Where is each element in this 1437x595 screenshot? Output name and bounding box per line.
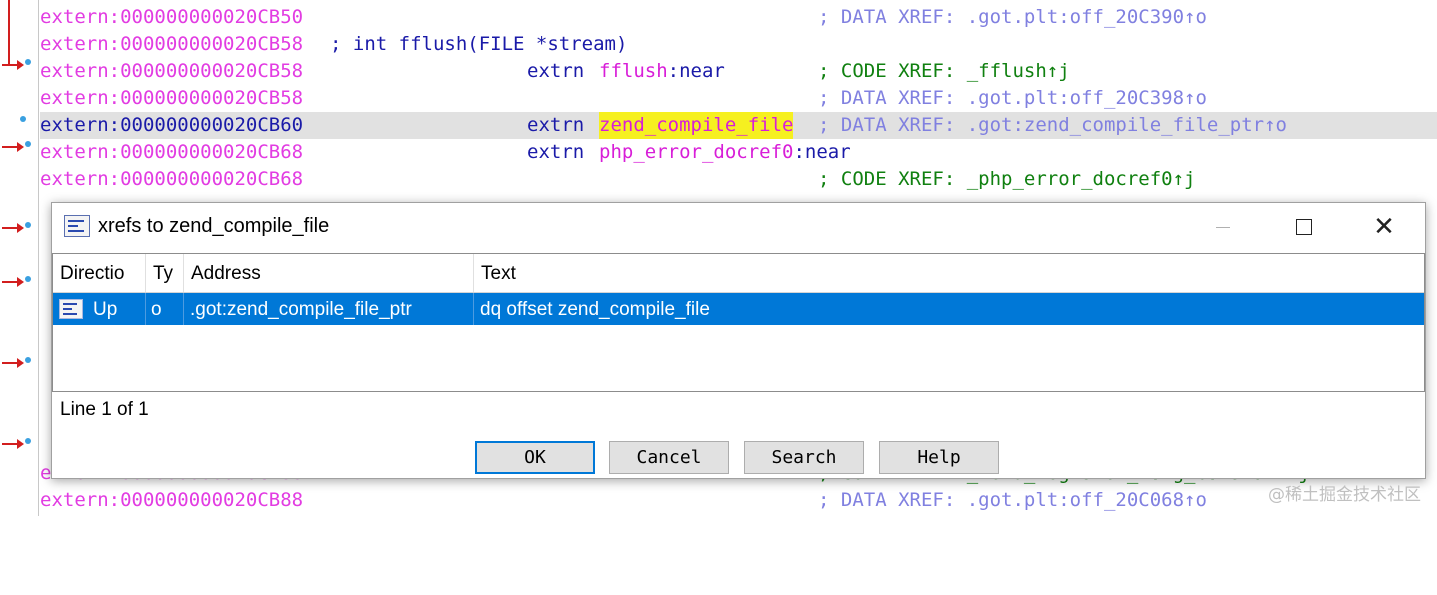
close-button[interactable]: ✕ xyxy=(1354,209,1414,243)
symbol-name[interactable]: php_error_docref0:near xyxy=(599,139,851,166)
listing-line[interactable]: extern:000000000020CB58 ; int fflush(FIL… xyxy=(40,31,1437,58)
line-address[interactable]: extern:000000000020CB58 xyxy=(40,58,303,85)
mnemonic: extrn xyxy=(527,60,585,82)
column-header-type[interactable]: Ty xyxy=(146,254,184,292)
xref-comment[interactable]: ; DATA XREF: .got.plt:off_20C398↑o xyxy=(818,85,1207,112)
mnemonic: extrn xyxy=(527,114,585,136)
xref-comment[interactable]: ; DATA XREF: .got:zend_compile_file_ptr↑… xyxy=(818,112,1287,139)
mnemonic: extrn xyxy=(527,141,585,163)
listing-line[interactable]: extern:000000000020CB50 ; DATA XREF: .go… xyxy=(40,4,1437,31)
listing-line[interactable]: extern:000000000020CB58 ; DATA XREF: .go… xyxy=(40,85,1437,112)
listing-line[interactable]: extern:000000000020CB68 extrn php_error_… xyxy=(40,139,1437,166)
jump-arrow-icon xyxy=(2,59,36,71)
symbol-name-highlighted[interactable]: zend_compile_file xyxy=(599,112,794,139)
xrefs-dialog[interactable]: xrefs to zend_compile_file ✕ Directio Ty… xyxy=(51,202,1426,479)
jump-arrow-icon xyxy=(2,141,36,153)
cell-text[interactable]: dq offset zend_compile_file xyxy=(474,293,1424,325)
table-row-selected[interactable]: Up o .got:zend_compile_file_ptr dq offse… xyxy=(53,293,1424,325)
symbol-name[interactable]: fflush:near xyxy=(599,58,725,85)
symbol-text[interactable]: fflush xyxy=(599,60,668,82)
column-header-text[interactable]: Text xyxy=(474,254,1424,292)
table-header: Directio Ty Address Text xyxy=(53,254,1424,293)
jump-arrow-icon xyxy=(2,276,36,288)
listing-line[interactable]: extern:000000000020CB68 ; CODE XREF: _ph… xyxy=(40,166,1437,193)
ok-button[interactable]: OK xyxy=(475,441,595,474)
symbol-suffix: :near xyxy=(667,60,725,82)
symbol-suffix: :near xyxy=(793,141,851,163)
jump-arrow-icon xyxy=(2,222,36,234)
symbol-text[interactable]: php_error_docref0 xyxy=(599,141,793,163)
listing-line[interactable]: extern:000000000020CB58 extrn fflush:nea… xyxy=(40,58,1437,85)
line-address[interactable]: extern:000000000020CB60 xyxy=(40,112,303,139)
listing-line[interactable]: extern:000000000020CB88 ; DATA XREF: .go… xyxy=(40,487,1437,514)
column-header-direction[interactable]: Directio xyxy=(53,254,146,292)
column-header-address[interactable]: Address xyxy=(184,254,474,292)
search-button[interactable]: Search xyxy=(744,441,864,474)
watermark: @稀土掘金技术社区 xyxy=(1268,485,1421,505)
flow-gutter xyxy=(0,0,39,516)
line-address[interactable]: extern:000000000020CB88 xyxy=(40,487,303,514)
close-icon: ✕ xyxy=(1373,211,1395,241)
xref-row-icon xyxy=(59,299,83,319)
cell-address[interactable]: .got:zend_compile_file_ptr xyxy=(184,293,474,325)
xref-dot-icon xyxy=(20,116,26,122)
dialog-titlebar[interactable]: xrefs to zend_compile_file ✕ xyxy=(52,203,1425,249)
xrefs-table[interactable]: Directio Ty Address Text Up o .got:zend_… xyxy=(52,253,1425,392)
line-address[interactable]: extern:000000000020CB68 xyxy=(40,139,303,166)
prototype-comment: ; int fflush(FILE *stream) xyxy=(330,33,628,55)
xref-comment[interactable]: ; DATA XREF: .got.plt:off_20C390↑o xyxy=(818,4,1207,31)
direction-value: Up xyxy=(93,299,118,320)
minimize-button[interactable] xyxy=(1192,209,1252,243)
xref-comment[interactable]: ; CODE XREF: _fflush↑j xyxy=(818,58,1070,85)
jump-line xyxy=(8,0,10,64)
listing-line-current[interactable]: extern:000000000020CB60 extrn zend_compi… xyxy=(40,112,1437,139)
cancel-button[interactable]: Cancel xyxy=(609,441,729,474)
jump-arrow-icon xyxy=(2,357,36,369)
status-line: Line 1 of 1 xyxy=(60,399,149,420)
minimize-icon xyxy=(1216,227,1230,228)
maximize-button[interactable] xyxy=(1274,209,1334,243)
xref-window-icon xyxy=(64,215,90,237)
line-address[interactable]: extern:000000000020CB50 xyxy=(40,4,303,31)
xref-comment[interactable]: ; DATA XREF: .got.plt:off_20C068↑o xyxy=(818,487,1207,514)
cell-direction[interactable]: Up xyxy=(53,293,146,325)
line-address[interactable]: extern:000000000020CB58 xyxy=(40,31,303,58)
cell-type[interactable]: o xyxy=(146,293,184,325)
line-address[interactable]: extern:000000000020CB58 xyxy=(40,85,303,112)
line-address[interactable]: extern:000000000020CB68 xyxy=(40,166,303,193)
dialog-title: xrefs to zend_compile_file xyxy=(98,215,330,237)
maximize-icon xyxy=(1296,219,1312,235)
jump-arrow-icon xyxy=(2,438,36,450)
xref-comment[interactable]: ; CODE XREF: _php_error_docref0↑j xyxy=(818,166,1196,193)
help-button[interactable]: Help xyxy=(879,441,999,474)
